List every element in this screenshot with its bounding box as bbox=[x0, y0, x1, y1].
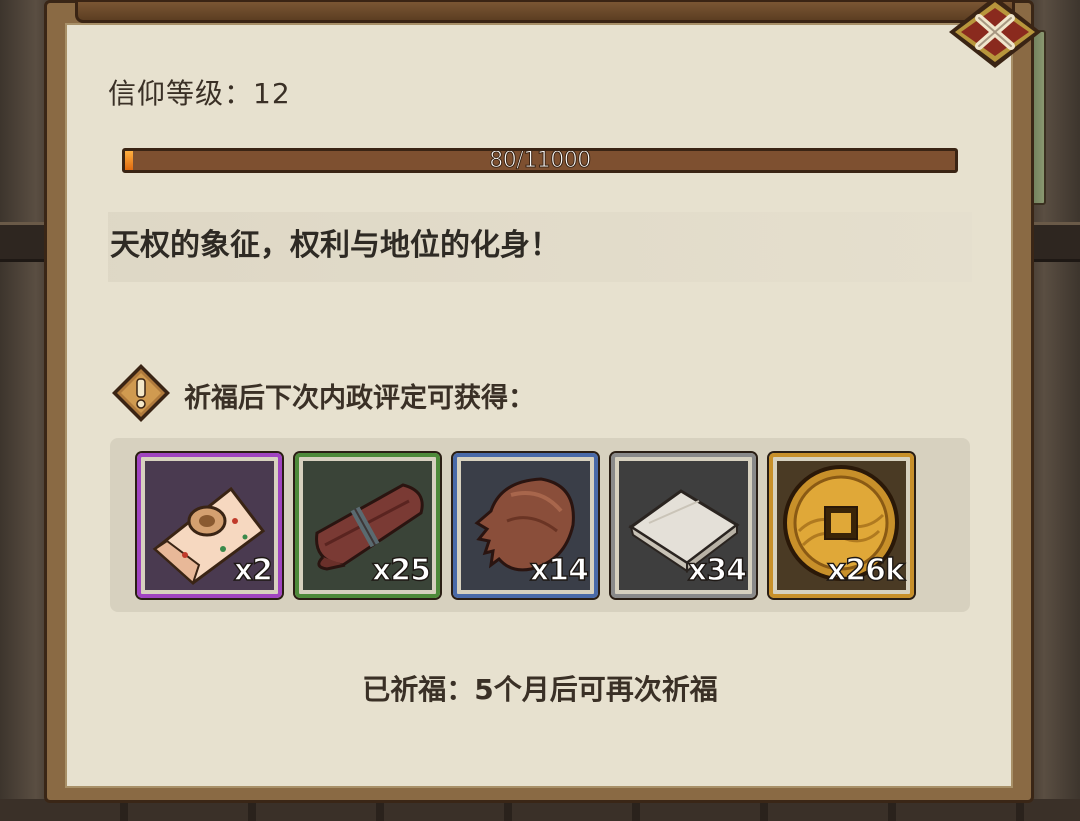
panel-top-bar bbox=[75, 0, 1015, 23]
progress-text: 80/11000 bbox=[489, 148, 592, 173]
reward-item-leather[interactable]: x25 bbox=[295, 453, 440, 598]
faith-level-label: 信仰等级：12 bbox=[108, 77, 291, 110]
rewards-label: 祈福后下次内政评定可获得： bbox=[184, 383, 535, 414]
blessing-status-text: 已祈福：5个月后可再次祈福 bbox=[362, 673, 718, 706]
reward-item-cloth[interactable]: x34 bbox=[611, 453, 756, 598]
item-count: x25 bbox=[371, 552, 432, 588]
close-icon bbox=[949, 0, 1041, 68]
item-count: x34 bbox=[687, 552, 748, 588]
faith-progress-bar: 80/11000 bbox=[122, 148, 958, 173]
item-count: x26k bbox=[826, 552, 905, 588]
item-count: x14 bbox=[529, 552, 590, 588]
reward-item-coin[interactable]: x26k bbox=[769, 453, 914, 598]
exclamation-icon bbox=[112, 364, 170, 422]
reward-item-fur[interactable]: x14 bbox=[453, 453, 598, 598]
description-text: 天权的象征，权利与地位的化身！ bbox=[110, 228, 560, 263]
reward-item-brocade[interactable]: x2 bbox=[137, 453, 282, 598]
close-button[interactable] bbox=[945, 0, 1045, 74]
item-count: x2 bbox=[233, 552, 274, 588]
